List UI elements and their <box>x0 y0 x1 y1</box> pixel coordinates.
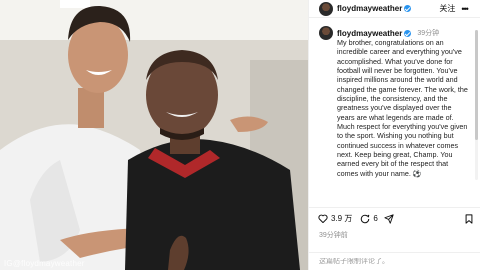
action-bar: 3.9 万 6 <box>309 207 480 229</box>
caption-time: 39分钟 <box>417 30 440 37</box>
post-timestamp: 39分钟前 <box>319 232 348 239</box>
post-header: floydmayweather 关注 ••• <box>309 0 480 18</box>
comment-count: 6 <box>373 214 378 223</box>
soccer-ball-icon: ⚽ <box>412 170 422 178</box>
caption-avatar[interactable] <box>319 26 333 40</box>
comment-input[interactable] <box>319 258 439 265</box>
heart-icon <box>318 214 328 223</box>
like-button[interactable]: 3.9 万 <box>318 213 352 224</box>
post-photo[interactable]: IG@floydmayweather <box>0 0 308 270</box>
comment-bar <box>309 252 480 270</box>
post-panel: floydmayweather 关注 ••• floydmayweather 3… <box>308 0 480 270</box>
like-count: 3.9 万 <box>331 214 353 223</box>
verified-icon <box>404 5 412 12</box>
avatar[interactable] <box>319 1 333 16</box>
caption-text: My brother, congratulations on an incred… <box>337 38 468 178</box>
scrollbar-thumb[interactable] <box>475 30 478 140</box>
more-icon[interactable]: ••• <box>461 4 469 14</box>
comment-button[interactable]: 6 <box>360 214 378 224</box>
photo-credit: IG@floydmayweather <box>4 259 85 268</box>
caption-username[interactable]: floydmayweather <box>337 29 402 38</box>
comment-icon <box>361 214 370 223</box>
caption-text-block: My brother, congratulations on an incred… <box>337 38 471 179</box>
photo-illustration <box>0 0 308 270</box>
follow-button[interactable]: 关注 <box>439 3 455 14</box>
caption-scrollbar[interactable] <box>475 30 478 180</box>
send-icon[interactable] <box>384 213 394 224</box>
caption-verified-icon <box>404 29 412 37</box>
bookmark-icon[interactable] <box>465 214 473 224</box>
username[interactable]: floydmayweather <box>337 4 402 13</box>
caption: floydmayweather 39分钟 My brother, congrat… <box>319 26 469 179</box>
